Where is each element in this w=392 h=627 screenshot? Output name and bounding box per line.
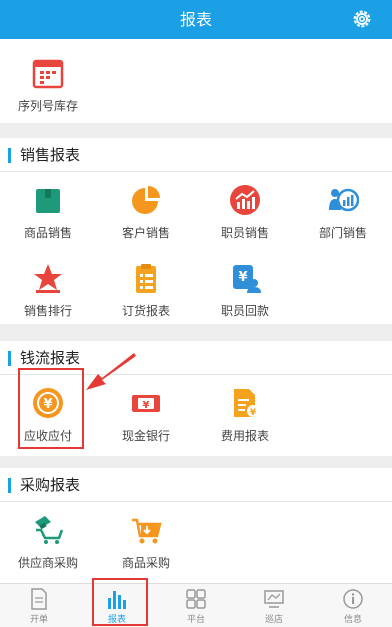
- tile-serial-inventory[interactable]: 序列号库存: [6, 53, 90, 129]
- tile-product-sales[interactable]: 商品销售: [6, 180, 90, 256]
- star-icon: [34, 264, 62, 293]
- tile-label: 订货报表: [121, 304, 170, 318]
- tile-product-purchase[interactable]: 商品采购: [104, 510, 188, 586]
- bar-trend-icon: [230, 185, 260, 215]
- section-title: 销售报表: [20, 146, 81, 164]
- tab-billing[interactable]: 开单: [0, 584, 78, 627]
- page-title: 报表: [179, 10, 212, 29]
- tile-label: 费用报表: [220, 429, 269, 443]
- expense-doc-icon: ¥: [234, 389, 259, 418]
- section-header: 采购报表: [0, 468, 392, 502]
- tab-store-visit[interactable]: 巡店: [235, 584, 313, 627]
- svg-text:¥: ¥: [143, 400, 150, 411]
- cart-icon: [132, 518, 162, 544]
- info-icon: [343, 589, 363, 609]
- section-title: 采购报表: [20, 476, 81, 494]
- tab-label: 开单: [29, 615, 48, 625]
- tile-label: 商品销售: [23, 226, 72, 240]
- highlight-box-reports-tab: [92, 578, 148, 626]
- shop-icon: [264, 590, 284, 608]
- sales-section: 销售报表 商品销售 客户销售 职员销售 部门销售 销售排行 订货报表 ¥ 职员回…: [0, 138, 392, 324]
- arrow-annotation: [86, 353, 136, 390]
- tile-order-report[interactable]: 订货报表: [104, 258, 188, 334]
- tile-label: 职员回款: [220, 304, 269, 318]
- tile-staff-collection[interactable]: ¥ 职员回款: [203, 258, 287, 334]
- document-icon: [31, 588, 47, 610]
- tile-label: 现金银行: [121, 429, 170, 443]
- tab-label: 平台: [186, 615, 205, 625]
- tile-label: 部门销售: [318, 226, 367, 240]
- section-header: 销售报表: [0, 138, 392, 172]
- tab-info[interactable]: 信息: [314, 584, 392, 627]
- yen-person-icon: ¥: [233, 265, 261, 293]
- tab-label: 信息: [343, 615, 362, 625]
- box-icon: [36, 189, 60, 213]
- department-chart-icon: [329, 188, 359, 212]
- top-section: 序列号库存: [0, 39, 392, 123]
- grid-icon: [186, 589, 206, 609]
- svg-text:¥: ¥: [238, 270, 247, 285]
- tile-supplier-purchase[interactable]: 供应商采购: [6, 510, 90, 586]
- tile-label: 销售排行: [23, 304, 72, 318]
- tile-staff-sales[interactable]: 职员销售: [203, 180, 287, 256]
- tile-label: 商品采购: [121, 556, 170, 570]
- tab-label: 巡店: [264, 615, 283, 625]
- tile-sales-ranking[interactable]: 销售排行: [6, 258, 90, 334]
- tile-department-sales[interactable]: 部门销售: [301, 180, 385, 256]
- highlight-box-receivable: [18, 368, 84, 449]
- section-accent-bar: [8, 478, 11, 493]
- tile-label: 序列号库存: [17, 99, 78, 113]
- gear-icon[interactable]: [351, 8, 373, 30]
- bottom-tab-bar: 开单 报表 平台 巡店 信息: [0, 583, 392, 627]
- tile-label: 职员销售: [220, 226, 269, 240]
- section-accent-bar: [8, 351, 11, 366]
- tile-customer-sales[interactable]: 客户销售: [104, 180, 188, 256]
- pie-chart-icon: [132, 186, 160, 214]
- purchase-section: 采购报表 供应商采购 商品采购: [0, 468, 392, 583]
- supplier-cart-icon: [35, 516, 64, 544]
- tile-label: 供应商采购: [17, 556, 78, 570]
- header-bar: 报表: [0, 0, 392, 39]
- tile-label: 客户销售: [121, 226, 170, 240]
- serial-calendar-icon: [32, 59, 64, 89]
- tab-platform[interactable]: 平台: [157, 584, 235, 627]
- clipboard-icon: [136, 264, 156, 293]
- tile-expense-report[interactable]: ¥ 费用报表: [203, 383, 287, 459]
- section-accent-bar: [8, 148, 11, 163]
- svg-text:¥: ¥: [250, 408, 257, 418]
